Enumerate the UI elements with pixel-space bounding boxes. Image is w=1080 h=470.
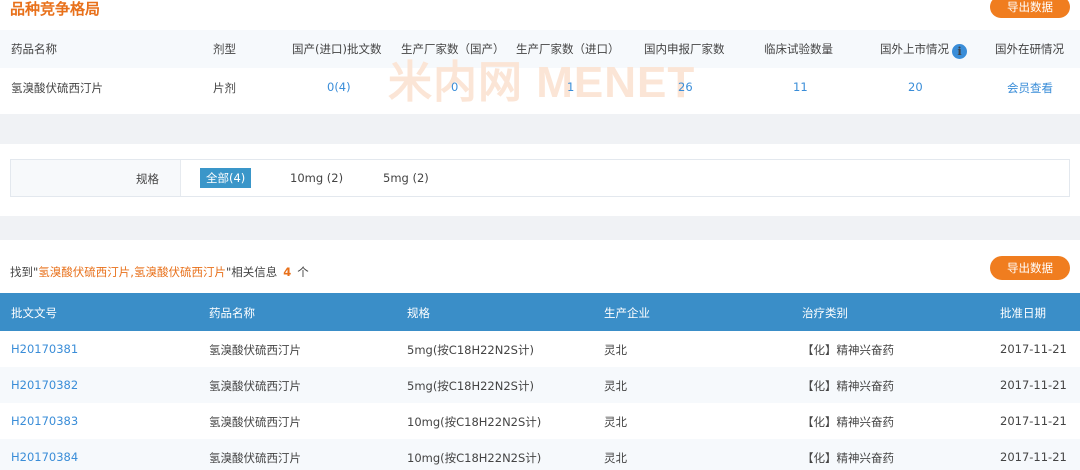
col-domestic-makers: 生产厂家数（国产） (401, 42, 505, 56)
col-drug-name: 药品名称 (11, 42, 57, 56)
col-dosage-form: 剂型 (213, 42, 236, 56)
results-table-header: 批文文号 药品名称 规格 生产企业 治疗类别 批准日期 (0, 293, 1080, 331)
approval-no-link[interactable]: H20170381 (11, 342, 78, 356)
export-data-button-top[interactable]: 导出数据 (990, 0, 1070, 18)
info-icon[interactable]: i (952, 44, 967, 59)
section-title: 品种竞争格局 (10, 0, 101, 18)
col-import-makers: 生产厂家数（进口） (516, 42, 620, 56)
spec-cell: 10mg(按C18H22N2S计) (407, 451, 542, 465)
col-approval-date: 批准日期 (1000, 306, 1046, 320)
member-view-link[interactable]: 会员查看 (1007, 80, 1053, 96)
spec-cell: 10mg(按C18H22N2S计) (407, 415, 542, 429)
overseas-listed-link[interactable]: 20 (908, 80, 923, 94)
col-approval-no: 批文文号 (11, 306, 57, 320)
section-divider (0, 114, 1080, 144)
col-overseas-listed-label: 国外上市情况 (880, 42, 949, 56)
results-query: 氢溴酸伏硫西汀片,氢溴酸伏硫西汀片 (38, 265, 226, 279)
col-category: 治疗类别 (802, 306, 848, 320)
section-divider (0, 216, 1080, 240)
category-cell: 【化】精神兴奋药 (802, 451, 894, 465)
approvals-link[interactable]: 0(4) (327, 80, 351, 94)
col-clinical-trials: 临床试验数量 (764, 42, 833, 56)
drug-name-cell: 氢溴酸伏硫西汀片 (11, 81, 103, 95)
table-row: H20170382 氢溴酸伏硫西汀片 5mg(按C18H22N2S计) 灵北 【… (0, 367, 1080, 403)
manufacturer-cell: 灵北 (604, 379, 627, 393)
results-count: 4 (283, 265, 292, 279)
dosage-form-cell: 片剂 (213, 81, 236, 95)
spec-label-cell: 规格 (11, 160, 181, 196)
results-summary: 找到"氢溴酸伏硫西汀片,氢溴酸伏硫西汀片"相关信息 4 个 (10, 264, 309, 280)
table-row: H20170381 氢溴酸伏硫西汀片 5mg(按C18H22N2S计) 灵北 【… (0, 331, 1080, 367)
drug-name-cell: 氢溴酸伏硫西汀片 (209, 415, 301, 429)
drug-name-cell: 氢溴酸伏硫西汀片 (209, 379, 301, 393)
col-manufacturer: 生产企业 (604, 306, 650, 320)
manufacturer-cell: 灵北 (604, 343, 627, 357)
category-cell: 【化】精神兴奋药 (802, 343, 894, 357)
col-overseas-research: 国外在研情况 (995, 42, 1064, 56)
table-row: H20170383 氢溴酸伏硫西汀片 10mg(按C18H22N2S计) 灵北 … (0, 403, 1080, 439)
approval-no-link[interactable]: H20170382 (11, 378, 78, 392)
domestic-makers-link[interactable]: 0 (451, 80, 458, 94)
col-approvals: 国产(进口)批文数 (292, 42, 382, 56)
results-suffix: "相关信息 (225, 265, 278, 279)
import-makers-link[interactable]: 1 (567, 80, 574, 94)
approval-no-link[interactable]: H20170383 (11, 414, 78, 428)
results-unit: 个 (297, 265, 309, 279)
spec-option-all[interactable]: 全部(4) (200, 168, 252, 188)
clinical-trials-link[interactable]: 11 (793, 80, 808, 94)
export-data-button[interactable]: 导出数据 (990, 256, 1070, 280)
spec-option-10mg[interactable]: 10mg (2) (284, 168, 349, 188)
spec-cell: 5mg(按C18H22N2S计) (407, 343, 534, 357)
col-drug-name: 药品名称 (209, 306, 255, 320)
date-cell: 2017-11-21 (1000, 378, 1067, 392)
spec-label: 规格 (136, 172, 159, 186)
date-cell: 2017-11-21 (1000, 450, 1067, 464)
drug-name-cell: 氢溴酸伏硫西汀片 (209, 451, 301, 465)
category-cell: 【化】精神兴奋药 (802, 379, 894, 393)
approval-no-link[interactable]: H20170384 (11, 450, 78, 464)
col-domestic-applicants: 国内申报厂家数 (644, 42, 725, 56)
results-prefix: 找到" (10, 265, 39, 279)
manufacturer-cell: 灵北 (604, 451, 627, 465)
col-spec: 规格 (407, 306, 430, 320)
manufacturer-cell: 灵北 (604, 415, 627, 429)
date-cell: 2017-11-21 (1000, 414, 1067, 428)
spec-filter-box: 规格 全部(4) 10mg (2) 5mg (2) (10, 159, 1070, 197)
date-cell: 2017-11-21 (1000, 342, 1067, 356)
spec-cell: 5mg(按C18H22N2S计) (407, 379, 534, 393)
spec-option-5mg[interactable]: 5mg (2) (377, 168, 435, 188)
results-section: 找到"氢溴酸伏硫西汀片,氢溴酸伏硫西汀片"相关信息 4 个 导出数据 批文文号 药品… (0, 240, 1080, 470)
category-cell: 【化】精神兴奋药 (802, 415, 894, 429)
drug-name-cell: 氢溴酸伏硫西汀片 (209, 343, 301, 357)
competition-section: 品种竞争格局 导出数据 药品名称 剂型 国产(进口)批文数 生产厂家数（国产） … (0, 0, 1080, 114)
domestic-applicants-link[interactable]: 26 (678, 80, 693, 94)
spec-filter-section: 规格 全部(4) 10mg (2) 5mg (2) (0, 144, 1080, 216)
table-row: H20170384 氢溴酸伏硫西汀片 10mg(按C18H22N2S计) 灵北 … (0, 439, 1080, 470)
col-overseas-listed: 国外上市情况 i (880, 41, 967, 59)
menet-watermark: 米内网 MENET (388, 58, 696, 107)
